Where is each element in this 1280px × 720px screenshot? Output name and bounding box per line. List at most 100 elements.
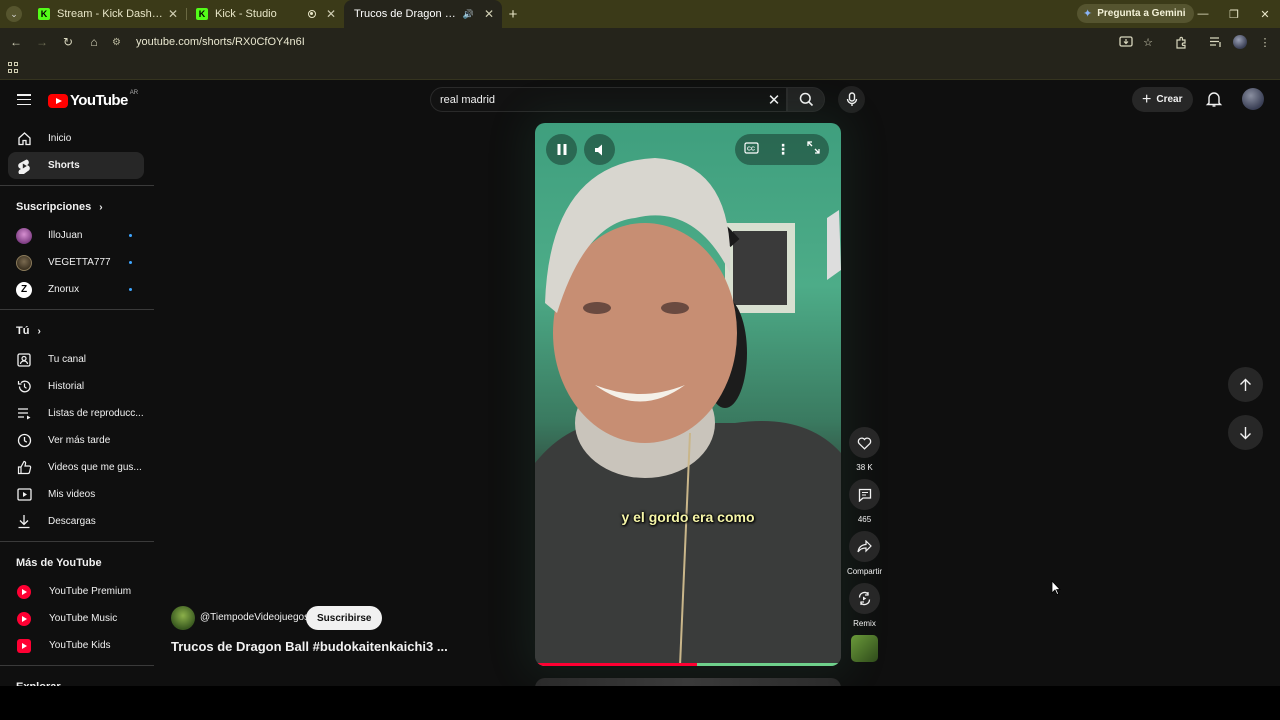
reload-icon[interactable]: ↻ [56, 30, 80, 54]
sidebar-item-mis-videos[interactable]: Mis videos [0, 481, 154, 508]
tab-search-button[interactable]: ⌄ [6, 6, 22, 22]
sidebar-item-youtube-kids[interactable]: YouTube Kids [0, 632, 154, 659]
sidebar-item-label: Historial [48, 381, 85, 392]
sidebar-item-subscription[interactable]: Z Znorux [0, 276, 154, 303]
forward-arrow-icon[interactable]: → [30, 30, 54, 54]
comments-button[interactable] [849, 479, 880, 510]
sidebar-item-descargas[interactable]: Descargas [0, 508, 154, 535]
kebab-menu-icon[interactable]: ⋮ [1256, 33, 1274, 51]
more-options-icon[interactable]: ⋮ [776, 141, 790, 158]
sidebar-item-inicio[interactable]: Inicio [0, 125, 154, 152]
channel-handle[interactable]: @TiempodeVideojuegos [200, 612, 309, 623]
share-action[interactable]: Compartir [847, 531, 882, 576]
subscribe-button[interactable]: Suscribirse [306, 606, 383, 630]
like-action[interactable]: 38 K [849, 427, 880, 472]
fullscreen-icon[interactable] [807, 140, 820, 159]
recording-icon [308, 10, 316, 18]
sidebar-item-label: YouTube Music [49, 613, 118, 624]
close-icon[interactable]: ✕ [166, 7, 180, 21]
comment-count: 465 [857, 515, 872, 524]
account-avatar[interactable] [1242, 88, 1264, 110]
browser-tab[interactable]: K Stream - Kick Dashboard ✕ [28, 0, 186, 28]
short-title[interactable]: Trucos de Dragon Ball #budokaitenkaichi3… [171, 639, 448, 654]
video-caption: y el gordo era como [621, 509, 755, 525]
home-icon[interactable]: ⌂ [82, 30, 106, 54]
clear-search-icon[interactable]: ✕ [762, 91, 786, 109]
sidebar-item-label: Tu canal [48, 354, 86, 365]
sidebar-item-subscription[interactable]: VEGETTA777 [0, 249, 154, 276]
audio-source-thumbnail[interactable] [851, 635, 878, 662]
profile-avatar-icon[interactable] [1231, 33, 1249, 51]
hamburger-menu-icon[interactable] [17, 94, 31, 105]
remix-label: Remix [853, 619, 876, 628]
apps-grid-icon[interactable] [8, 62, 19, 73]
voice-search-button[interactable] [838, 86, 865, 113]
history-icon [16, 379, 32, 395]
restore-button[interactable]: ❐ [1219, 0, 1249, 28]
bookmarks-bar [0, 56, 1280, 80]
like-button[interactable] [849, 427, 880, 458]
download-icon [16, 514, 32, 530]
address-bar[interactable]: ⚙ youtube.com/shorts/RX0CfOY4n6I [104, 31, 1164, 53]
browser-tab[interactable]: K Kick - Studio ✕ [186, 0, 344, 28]
notifications-bell-icon[interactable] [1205, 90, 1223, 108]
create-button[interactable]: + Crear [1132, 87, 1194, 112]
sidebar-item-ver-mas-tarde[interactable]: Ver más tarde [0, 427, 154, 454]
search-input[interactable]: real madrid [431, 94, 762, 106]
you-header[interactable]: Tú › [0, 316, 154, 346]
captions-cc-icon[interactable]: CC [744, 141, 759, 159]
chevron-right-icon: › [37, 325, 41, 337]
shorts-video-player[interactable]: CC ⋮ y el gordo era como [535, 123, 841, 666]
sidebar-item-listas[interactable]: Listas de reproducc... [0, 400, 154, 427]
clock-icon [16, 433, 32, 449]
gemini-button[interactable]: ✦ Pregunta a Gemini [1077, 4, 1194, 23]
back-arrow-icon[interactable]: ← [4, 30, 28, 54]
share-button[interactable] [849, 531, 880, 562]
sidebar-item-videos-que-me-gustan[interactable]: Videos que me gus... [0, 454, 154, 481]
close-icon[interactable]: ✕ [482, 7, 496, 21]
browser-tab-active[interactable]: Trucos de Dragon Ball #bud 🔊 ✕ [344, 0, 502, 89]
share-icon [857, 540, 872, 553]
remix-action[interactable]: Remix [849, 583, 880, 628]
sidebar-item-shorts[interactable]: Shorts [8, 152, 144, 179]
sidebar-item-label: Znorux [48, 284, 80, 295]
install-app-icon[interactable] [1117, 33, 1135, 51]
like-count: 38 K [856, 463, 873, 472]
extensions-icon[interactable] [1172, 33, 1190, 51]
bookmark-star-icon[interactable]: ☆ [1139, 33, 1157, 51]
next-short-button[interactable] [1228, 415, 1263, 450]
speaker-icon[interactable]: 🔊 [463, 9, 474, 20]
comments-action[interactable]: 465 [849, 479, 880, 524]
search-button[interactable] [787, 87, 825, 112]
site-info-icon[interactable]: ⚙ [112, 37, 126, 48]
gemini-icon: ✦ [1083, 8, 1093, 20]
close-window-button[interactable]: ✕ [1250, 0, 1280, 28]
sidebar-item-historial[interactable]: Historial [0, 373, 154, 400]
new-tab-button[interactable]: + [502, 6, 524, 23]
close-icon[interactable]: ✕ [324, 7, 338, 21]
search-box[interactable]: real madrid ✕ [430, 87, 787, 112]
remix-button[interactable] [849, 583, 880, 614]
youtube-logo[interactable]: YouTube AR [48, 89, 139, 109]
divider [0, 309, 154, 310]
media-controls-icon[interactable] [1207, 33, 1225, 51]
channel-avatar[interactable] [171, 606, 195, 630]
divider [0, 185, 154, 186]
previous-short-button[interactable] [1228, 367, 1263, 402]
more-from-youtube-header: Más de YouTube [0, 548, 154, 578]
share-label: Compartir [846, 567, 883, 576]
subscriptions-header[interactable]: Suscripciones › [0, 192, 154, 222]
channel-icon [16, 352, 32, 368]
sidebar-item-subscription[interactable]: IlloJuan [0, 222, 154, 249]
pause-button[interactable] [546, 134, 577, 165]
volume-button[interactable] [584, 134, 615, 165]
divider [0, 541, 154, 542]
country-code: AR [129, 89, 139, 96]
minimize-button[interactable]: — [1188, 0, 1218, 28]
sidebar-item-youtube-music[interactable]: YouTube Music [0, 605, 154, 632]
sidebar-item-tu-canal[interactable]: Tu canal [0, 346, 154, 373]
sidebar-item-youtube-premium[interactable]: YouTube Premium [0, 578, 154, 605]
channel-avatar: Z [16, 281, 32, 298]
new-content-dot [129, 288, 132, 291]
taskbar-area [0, 686, 1280, 720]
